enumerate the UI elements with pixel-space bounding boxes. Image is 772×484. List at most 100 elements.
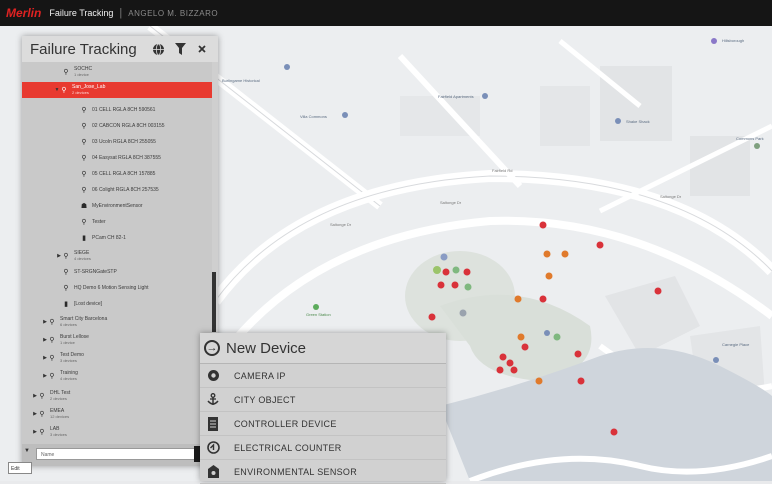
place-label: Burlingame Historical [222, 78, 260, 83]
device-marker-icon[interactable] [499, 353, 507, 361]
pin-icon: ⚲ [49, 355, 55, 362]
close-icon[interactable] [194, 41, 210, 57]
device-marker-icon[interactable] [464, 283, 472, 291]
menu-item-camera-ip[interactable]: CAMERA IP [200, 364, 446, 388]
tree-item[interactable]: ▶ ⚲ SIEGE 4 devices [22, 250, 212, 262]
tree-item-label: 01 CELL RGLA 8CH 590561 [92, 107, 156, 113]
user-breadcrumb[interactable]: ANGELO M. BIZZARO [128, 9, 218, 18]
edit-tab[interactable]: Edit [8, 462, 32, 474]
globe-icon[interactable] [150, 41, 166, 57]
tree-item[interactable]: ⚲ Tester [22, 218, 212, 226]
device-marker-icon[interactable] [510, 366, 518, 374]
tree-item[interactable]: ▮ PCam CH 82-1 [22, 234, 212, 242]
tree-item[interactable]: ▶ ⚲ DHL Test 2 devices [22, 390, 212, 402]
tree-item[interactable]: ⚲ 02 CABCON RGLA 8CH 003155 [22, 122, 212, 130]
device-marker-icon[interactable] [610, 428, 618, 436]
tree-item-label: MyEnvironmentSensor [92, 203, 143, 209]
poi-pin-icon[interactable] [713, 357, 719, 363]
tree-item[interactable]: ☗ MyEnvironmentSensor [22, 202, 212, 210]
device-marker-icon[interactable] [545, 272, 553, 280]
menu-item-label: CITY OBJECT [234, 394, 296, 405]
device-marker-icon[interactable] [437, 281, 445, 289]
device-marker-icon[interactable] [539, 221, 547, 229]
tree-item-label: Tester [92, 219, 106, 225]
poi-pin-icon[interactable] [615, 118, 621, 124]
brand-logo[interactable]: Merlin [6, 6, 41, 20]
poi-pin-icon[interactable] [342, 112, 348, 118]
device-marker-icon[interactable] [506, 359, 514, 367]
menu-item-label: ENVIRONMENTAL SENSOR [234, 466, 358, 477]
anchor-icon [206, 393, 220, 407]
tree-item[interactable]: ▶ ⚲ LAB 3 devices [22, 426, 212, 438]
poi-pin-icon[interactable] [313, 304, 319, 310]
tree-item-count: 3 devices [50, 432, 67, 437]
pin-icon: ⚲ [49, 337, 55, 344]
tree-item[interactable]: ⚲ 03 Ucoln RGLA 8CH 255055 [22, 138, 212, 146]
scroll-thumb[interactable] [212, 272, 216, 332]
tree-item-count: 4 devices [60, 376, 77, 381]
device-marker-icon[interactable] [654, 287, 662, 295]
device-marker-icon[interactable] [514, 295, 522, 303]
tree-item[interactable]: ⚲ 05 CELL RGLA 8CH 157885 [22, 170, 212, 178]
pin-icon: ⚲ [49, 373, 55, 380]
menu-item-label: CAMERA IP [234, 370, 286, 381]
tree-item[interactable]: ▶ ⚲ Burst Lellose 1 device [22, 334, 212, 346]
menu-item-controller-device[interactable]: CONTROLLER DEVICE [200, 412, 446, 436]
device-marker-icon[interactable] [561, 250, 569, 258]
tree-item[interactable]: ▶ ⚲ EMEA 12 devices [22, 408, 212, 420]
poi-pin-icon[interactable] [284, 64, 290, 70]
search-input[interactable]: Name [36, 448, 200, 460]
menu-item-environmental-sensor[interactable]: ENVIRONMENTAL SENSOR [200, 460, 446, 484]
tree-item[interactable]: ⚲ 01 CELL RGLA 8CH 590561 [22, 106, 212, 114]
tree-item[interactable]: ▶ ⚲ Training 4 devices [22, 370, 212, 382]
filter-icon[interactable] [172, 41, 188, 57]
device-marker-icon[interactable] [539, 295, 547, 303]
poi-pin-icon[interactable] [754, 143, 760, 149]
title-separator: | [119, 7, 123, 19]
tree-item[interactable]: ▶ ⚲ Smart City Barcelona 6 devices [22, 316, 212, 328]
device-marker-icon[interactable] [553, 333, 561, 341]
tree-item-label: [Lost device] [74, 301, 103, 307]
tree-item-selected[interactable]: ▼ ⚲ San_Jose_Lab 2 devices [22, 82, 212, 98]
sort-toggle-icon[interactable]: ▼ [24, 448, 30, 454]
device-marker-icon[interactable] [459, 309, 467, 317]
tree-item[interactable]: ⚲ ST-SRGNGateSTP [22, 268, 212, 276]
pin-icon: ⚲ [63, 69, 69, 76]
tree-item-label: 03 Ucoln RGLA 8CH 255055 [92, 139, 156, 145]
pin-icon: ⚲ [81, 219, 87, 226]
tree-item-label: ST-SRGNGateSTP [74, 269, 117, 275]
device-marker-icon[interactable] [452, 266, 460, 274]
arrow-right-circle-icon[interactable]: → [204, 340, 220, 356]
tree-item[interactable]: ▶ ⚲ Test Demo 3 devices [22, 352, 212, 364]
poi-pin-icon[interactable] [482, 93, 488, 99]
device-marker-icon[interactable] [442, 268, 450, 276]
device-marker-icon[interactable] [433, 266, 441, 274]
tree-item[interactable]: ⚲ 06 Colight RGLA 8CH 257535 [22, 186, 212, 194]
device-marker-icon[interactable] [574, 350, 582, 358]
device-marker-icon[interactable] [463, 268, 471, 276]
device-marker-icon[interactable] [535, 377, 543, 385]
poi-pin-icon[interactable] [711, 38, 717, 44]
tree-item[interactable]: ⚲ SOCHC 1 device [22, 66, 212, 78]
controller-icon [206, 416, 220, 431]
device-marker-icon[interactable] [517, 333, 525, 341]
device-marker-icon[interactable] [428, 313, 436, 321]
device-marker-icon[interactable] [543, 250, 551, 258]
device-marker-icon[interactable] [521, 343, 529, 351]
tree-item[interactable]: ▮ [Lost device] [22, 300, 212, 308]
new-device-header[interactable]: → New Device [200, 333, 446, 364]
menu-item-city-object[interactable]: CITY OBJECT [200, 388, 446, 412]
place-label: Fairfield Apartments [438, 94, 474, 99]
tree-item[interactable]: ⚲ 04 Easysat RGLA 8CH 387555 [22, 154, 212, 162]
device-marker-icon[interactable] [577, 377, 585, 385]
device-marker-icon[interactable] [596, 241, 604, 249]
tree-item-label: HQ Demo 6 Motion Sensing Light [74, 285, 149, 291]
device-tree[interactable]: ⚲ SOCHC 1 device ▼ ⚲ San_Jose_Lab 2 devices ⚲… [22, 62, 212, 442]
device-marker-icon[interactable] [440, 253, 448, 261]
tree-item-label: PCam CH 82-1 [92, 235, 126, 241]
menu-item-electrical-counter[interactable]: ELECTRICAL COUNTER [200, 436, 446, 460]
poi-pin-icon[interactable] [544, 330, 550, 336]
device-marker-icon[interactable] [451, 281, 459, 289]
tree-item[interactable]: ⚲ HQ Demo 6 Motion Sensing Light [22, 284, 212, 292]
device-marker-icon[interactable] [496, 366, 504, 374]
